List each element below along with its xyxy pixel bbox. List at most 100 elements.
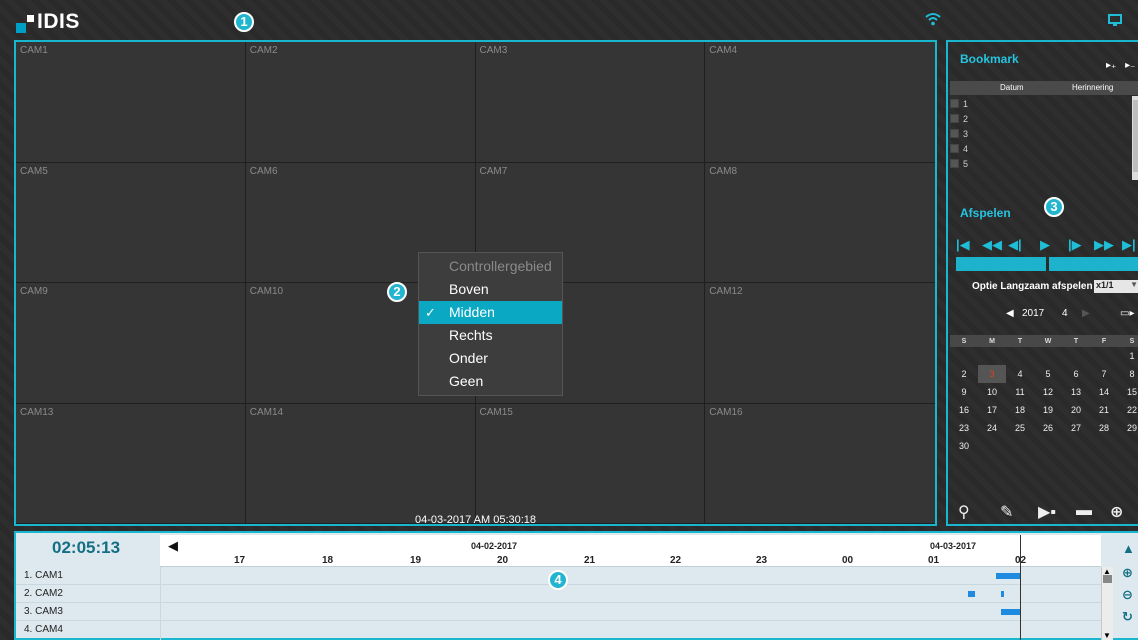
calendar-day[interactable]: 14 (1090, 383, 1118, 401)
calendar-day[interactable]: 15 (1118, 383, 1138, 401)
calendar-day[interactable]: 1 (1118, 347, 1138, 365)
timeline-zoom-out-icon[interactable]: ⊖ (1122, 587, 1133, 603)
timeline-zoom-in-icon[interactable]: ⊕ (1122, 565, 1133, 581)
timeline-cursor[interactable] (1020, 535, 1021, 640)
calendar-day[interactable]: 16 (950, 401, 978, 419)
collapse-up-icon[interactable]: ▲ (1122, 541, 1135, 556)
camera-tile[interactable]: CAM14 (245, 403, 476, 524)
camera-tile[interactable]: CAM2 (245, 42, 476, 163)
add-bookmark-icon[interactable]: ▸₊ (1106, 60, 1116, 71)
clip-export-icon[interactable]: ▶▪ (1038, 502, 1056, 522)
calendar-day[interactable]: 11 (1006, 383, 1034, 401)
bookmark-row[interactable]: 1 (950, 96, 1132, 111)
channel-name: 3. CAM3 (24, 606, 63, 617)
calendar-day[interactable]: 10 (978, 383, 1006, 401)
recording-segment[interactable] (996, 573, 1020, 579)
camera-tile[interactable]: CAM15 (475, 403, 706, 524)
calendar-day[interactable]: 13 (1062, 383, 1090, 401)
bookmark-row[interactable]: 2 (950, 111, 1132, 126)
bookmark-scrollbar[interactable] (1132, 96, 1138, 180)
timeline-ruler[interactable]: ◀ 04-02-2017 04-03-2017 17 18 19 20 21 2… (160, 535, 1101, 567)
calendar-day[interactable]: 29 (1118, 419, 1138, 437)
print-icon[interactable]: ▬ (1076, 502, 1092, 520)
calendar-day[interactable]: 24 (978, 419, 1006, 437)
menu-item-boven[interactable]: Boven (419, 278, 562, 301)
fast-rewind-icon[interactable]: ◀◀ (982, 237, 1002, 253)
scrollbar-thumb[interactable] (1103, 575, 1112, 583)
calendar-day[interactable]: 28 (1090, 419, 1118, 437)
channel-name: 1. CAM1 (24, 570, 63, 581)
skip-end-icon[interactable]: ▶| (1122, 237, 1136, 253)
calendar-day[interactable]: 25 (1006, 419, 1034, 437)
camera-tile[interactable]: CAM5 (16, 162, 246, 283)
recording-segment[interactable] (1001, 609, 1020, 615)
menu-item-rechts[interactable]: Rechts (419, 324, 562, 347)
display-output-icon[interactable] (1108, 14, 1122, 26)
calendar-day[interactable]: 27 (1062, 419, 1090, 437)
bookmark-checkbox[interactable] (950, 114, 959, 123)
step-forward-icon[interactable]: |▶ (1068, 237, 1082, 253)
next-month-icon[interactable]: ▶ (1082, 308, 1090, 319)
pen-icon[interactable]: ✎ (1000, 502, 1013, 522)
calendar-day[interactable]: 7 (1090, 365, 1118, 383)
camera-tile[interactable]: CAM13 (16, 403, 246, 524)
camera-tile[interactable]: CAM16 (705, 403, 935, 524)
bookmark-checkbox[interactable] (950, 129, 959, 138)
menu-item-onder[interactable]: Onder (419, 347, 562, 370)
calendar-day[interactable]: 23 (950, 419, 978, 437)
bookmark-checkbox[interactable] (950, 144, 959, 153)
fast-forward-icon[interactable]: ▶▶ (1094, 237, 1114, 253)
camera-label: CAM15 (479, 406, 513, 418)
calendar-day[interactable]: 21 (1090, 401, 1118, 419)
camera-tile[interactable]: CAM4 (705, 42, 935, 163)
timeline-scrollbar[interactable]: ▲ ▼ (1101, 567, 1113, 640)
scrollbar-thumb[interactable] (1133, 100, 1138, 172)
camera-tile[interactable]: CAM8 (705, 162, 935, 283)
calendar-day[interactable]: 19 (1034, 401, 1062, 419)
recording-segment[interactable] (1001, 591, 1004, 597)
scroll-down-icon[interactable]: ▼ (1103, 631, 1111, 640)
calendar-day[interactable]: 9 (950, 383, 978, 401)
calendar-day[interactable]: 30 (950, 437, 978, 455)
bookmark-row[interactable]: 4 (950, 141, 1132, 156)
calendar-day[interactable]: 26 (1034, 419, 1062, 437)
menu-item-geen[interactable]: Geen (419, 370, 562, 393)
bookmark-checkbox[interactable] (950, 99, 959, 108)
calendar-day[interactable]: 17 (978, 401, 1006, 419)
calendar-day[interactable]: 6 (1062, 365, 1090, 383)
calendar-day[interactable]: 4 (1006, 365, 1034, 383)
calendar-day[interactable]: 3 (978, 365, 1006, 383)
playback-progress-bar[interactable] (1049, 257, 1138, 271)
timeline-channel-row[interactable]: 3. CAM3 (16, 603, 1101, 621)
step-back-icon[interactable]: ◀| (1008, 237, 1022, 253)
wifi-icon[interactable] (925, 12, 941, 26)
calendar-export-icon[interactable]: ▭▸ (1120, 308, 1134, 319)
camera-tile[interactable]: CAM9 (16, 283, 246, 404)
recording-segment[interactable] (968, 591, 975, 597)
prev-month-icon[interactable]: ◀ (1006, 308, 1014, 319)
calendar-day[interactable]: 18 (1006, 401, 1034, 419)
slow-play-select[interactable]: x1/1 ▼ (1094, 280, 1138, 293)
zoom-in-icon[interactable]: ⊕ (1110, 502, 1123, 522)
search-icon[interactable]: ⚲ (958, 502, 970, 522)
timeline-back-icon[interactable]: ◀ (168, 538, 178, 554)
calendar-day[interactable]: 8 (1118, 365, 1138, 383)
menu-item-midden[interactable]: ✓ Midden (419, 301, 562, 324)
calendar-day[interactable]: 22 (1118, 401, 1138, 419)
bookmark-row[interactable]: 3 (950, 126, 1132, 141)
refresh-icon[interactable]: ↻ (1122, 609, 1133, 625)
playback-speed-bar[interactable] (956, 257, 1046, 271)
bookmark-row[interactable]: 5 (950, 156, 1132, 171)
timeline-channel-row[interactable]: 4. CAM4 (16, 621, 1101, 639)
play-icon[interactable]: ▶ (1040, 237, 1050, 253)
camera-tile[interactable]: CAM12 (705, 283, 935, 404)
calendar-day[interactable]: 20 (1062, 401, 1090, 419)
camera-tile[interactable]: CAM3 (475, 42, 706, 163)
calendar-day[interactable]: 2 (950, 365, 978, 383)
calendar-day[interactable]: 5 (1034, 365, 1062, 383)
camera-tile[interactable]: CAM1 (16, 42, 246, 163)
remove-bookmark-icon[interactable]: ▸₋ (1125, 60, 1135, 71)
calendar-day[interactable]: 12 (1034, 383, 1062, 401)
bookmark-checkbox[interactable] (950, 159, 959, 168)
skip-start-icon[interactable]: |◀ (956, 237, 970, 253)
